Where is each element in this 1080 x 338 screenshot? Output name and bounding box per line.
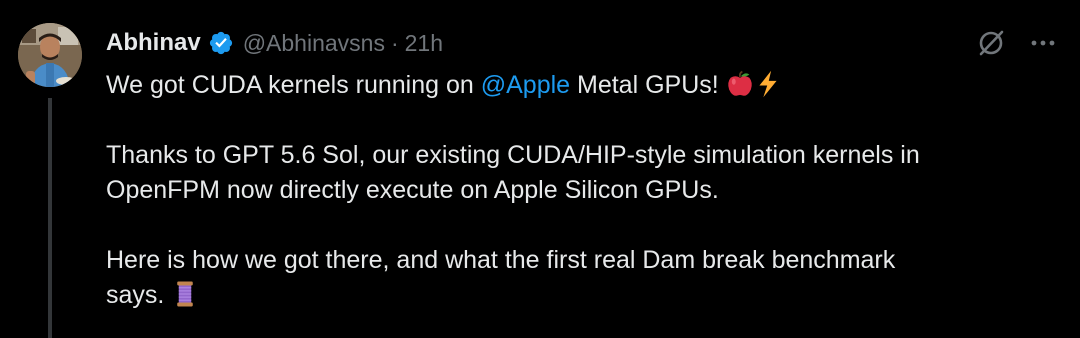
- verified-badge-icon[interactable]: [208, 30, 234, 56]
- tweet-line-5: says.: [106, 278, 1036, 313]
- tweet-header: Abhinav @Abhinavsns · 21h: [106, 26, 443, 60]
- red-apple-emoji-icon: [727, 70, 752, 96]
- profile-photo-icon: [18, 23, 82, 87]
- tweet-timestamp[interactable]: 21h: [405, 30, 443, 57]
- tweet-text-segment: We got CUDA kernels running on: [106, 71, 481, 99]
- high-voltage-emoji-icon: [759, 70, 777, 98]
- thread-spool-emoji-icon: [177, 281, 194, 307]
- author-handle[interactable]: @Abhinavsns: [243, 30, 385, 57]
- mention-link[interactable]: @Apple: [481, 71, 570, 99]
- more-options-icon[interactable]: [1028, 28, 1058, 58]
- tweet-line-2: Thanks to GPT 5.6 Sol, our existing CUDA…: [106, 141, 920, 169]
- author-display-name[interactable]: Abhinav: [106, 29, 201, 57]
- tweet-line-4: Here is how we got there, and what the f…: [106, 246, 896, 274]
- grok-icon[interactable]: [976, 28, 1006, 58]
- tweet-text: We got CUDA kernels running on @Apple Me…: [106, 68, 1036, 313]
- tweet-text-segment: Metal GPUs!: [570, 71, 726, 99]
- tweet-text-segment: says.: [106, 281, 172, 309]
- tweet[interactable]: Abhinav @Abhinavsns · 21h We got CUDA ke…: [0, 0, 1080, 338]
- tweet-line-1: We got CUDA kernels running on @Apple Me…: [106, 68, 1036, 103]
- tweet-actions: [976, 28, 1058, 58]
- avatar[interactable]: [18, 23, 82, 87]
- tweet-line-3: OpenFPM now directly execute on Apple Si…: [106, 176, 719, 204]
- thread-connector-line: [48, 98, 52, 338]
- meta-separator: ·: [390, 29, 399, 56]
